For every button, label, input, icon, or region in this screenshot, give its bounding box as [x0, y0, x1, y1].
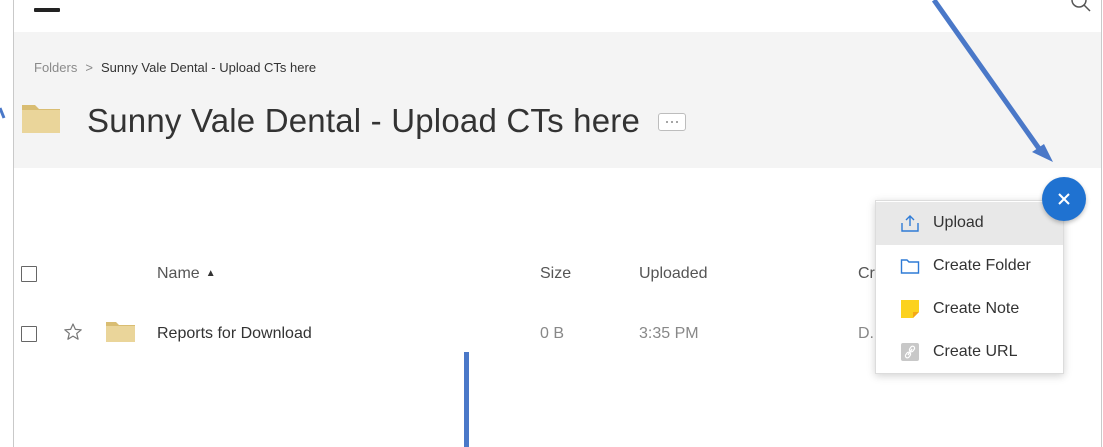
annotation-arrow: [0, 0, 1053, 162]
annotation-bar: [464, 352, 469, 447]
